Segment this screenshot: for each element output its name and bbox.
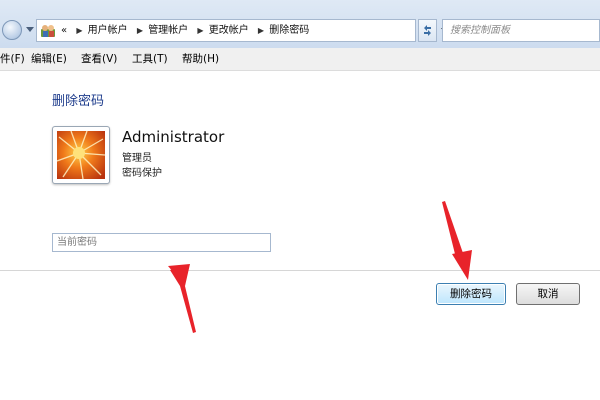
menu-tools[interactable]: 工具(T) xyxy=(132,48,168,70)
control-panel-users-icon xyxy=(41,25,55,37)
remove-password-button[interactable]: 删除密码 xyxy=(436,283,506,305)
search-box[interactable]: 搜索控制面板 xyxy=(442,19,600,42)
red-arrow-icon xyxy=(168,264,196,333)
red-arrow-icon xyxy=(442,201,472,280)
current-password-field[interactable] xyxy=(52,233,271,252)
address-bar[interactable]: « ▶ 用户帐户 ▶ 管理帐户 ▶ 更改帐户 ▶ 删除密码 xyxy=(36,19,449,42)
breadcrumb-separator-icon: ▶ xyxy=(197,26,204,35)
password-protection-status: 密码保护 xyxy=(122,168,162,179)
breadcrumb-item-change-account[interactable]: 更改帐户 xyxy=(209,25,249,36)
refresh-button[interactable] xyxy=(418,19,437,42)
page-title: 删除密码 xyxy=(52,94,105,109)
breadcrumb-item-remove-password[interactable]: 删除密码 xyxy=(269,25,309,36)
user-role: 管理员 xyxy=(122,153,152,164)
breadcrumb-separator-icon: ▶ xyxy=(76,26,83,35)
flower-avatar-icon xyxy=(57,131,105,179)
menu-view[interactable]: 查看(V) xyxy=(81,48,117,70)
breadcrumb-separator-icon: ▶ xyxy=(257,26,265,35)
back-button[interactable] xyxy=(2,20,22,40)
menu-file[interactable]: 件(F) xyxy=(0,48,25,70)
address-toolbar: « ▶ 用户帐户 ▶ 管理帐户 ▶ 更改帐户 ▶ 删除密码 搜索控制面板 xyxy=(0,0,600,48)
divider xyxy=(0,270,600,271)
breadcrumb-separator-icon: ▶ xyxy=(136,26,143,35)
breadcrumb-overflow-icon[interactable]: « xyxy=(61,25,67,36)
menu-help[interactable]: 帮助(H) xyxy=(182,48,219,70)
cancel-button[interactable]: 取消 xyxy=(516,283,580,305)
menu-bar: 件(F) 编辑(E) 查看(V) 工具(T) 帮助(H) xyxy=(0,48,600,71)
user-name: Administrator xyxy=(122,128,225,146)
recent-pages-chevron-icon[interactable] xyxy=(26,27,34,32)
avatar xyxy=(52,126,110,184)
search-input[interactable]: 搜索控制面板 xyxy=(450,20,510,41)
breadcrumb: « ▶ 用户帐户 ▶ 管理帐户 ▶ 更改帐户 ▶ 删除密码 xyxy=(61,20,311,41)
breadcrumb-item-user-accounts[interactable]: 用户帐户 xyxy=(88,25,128,36)
refresh-icon xyxy=(424,25,431,36)
breadcrumb-item-manage-accounts[interactable]: 管理帐户 xyxy=(148,25,188,36)
menu-edit[interactable]: 编辑(E) xyxy=(31,48,67,70)
